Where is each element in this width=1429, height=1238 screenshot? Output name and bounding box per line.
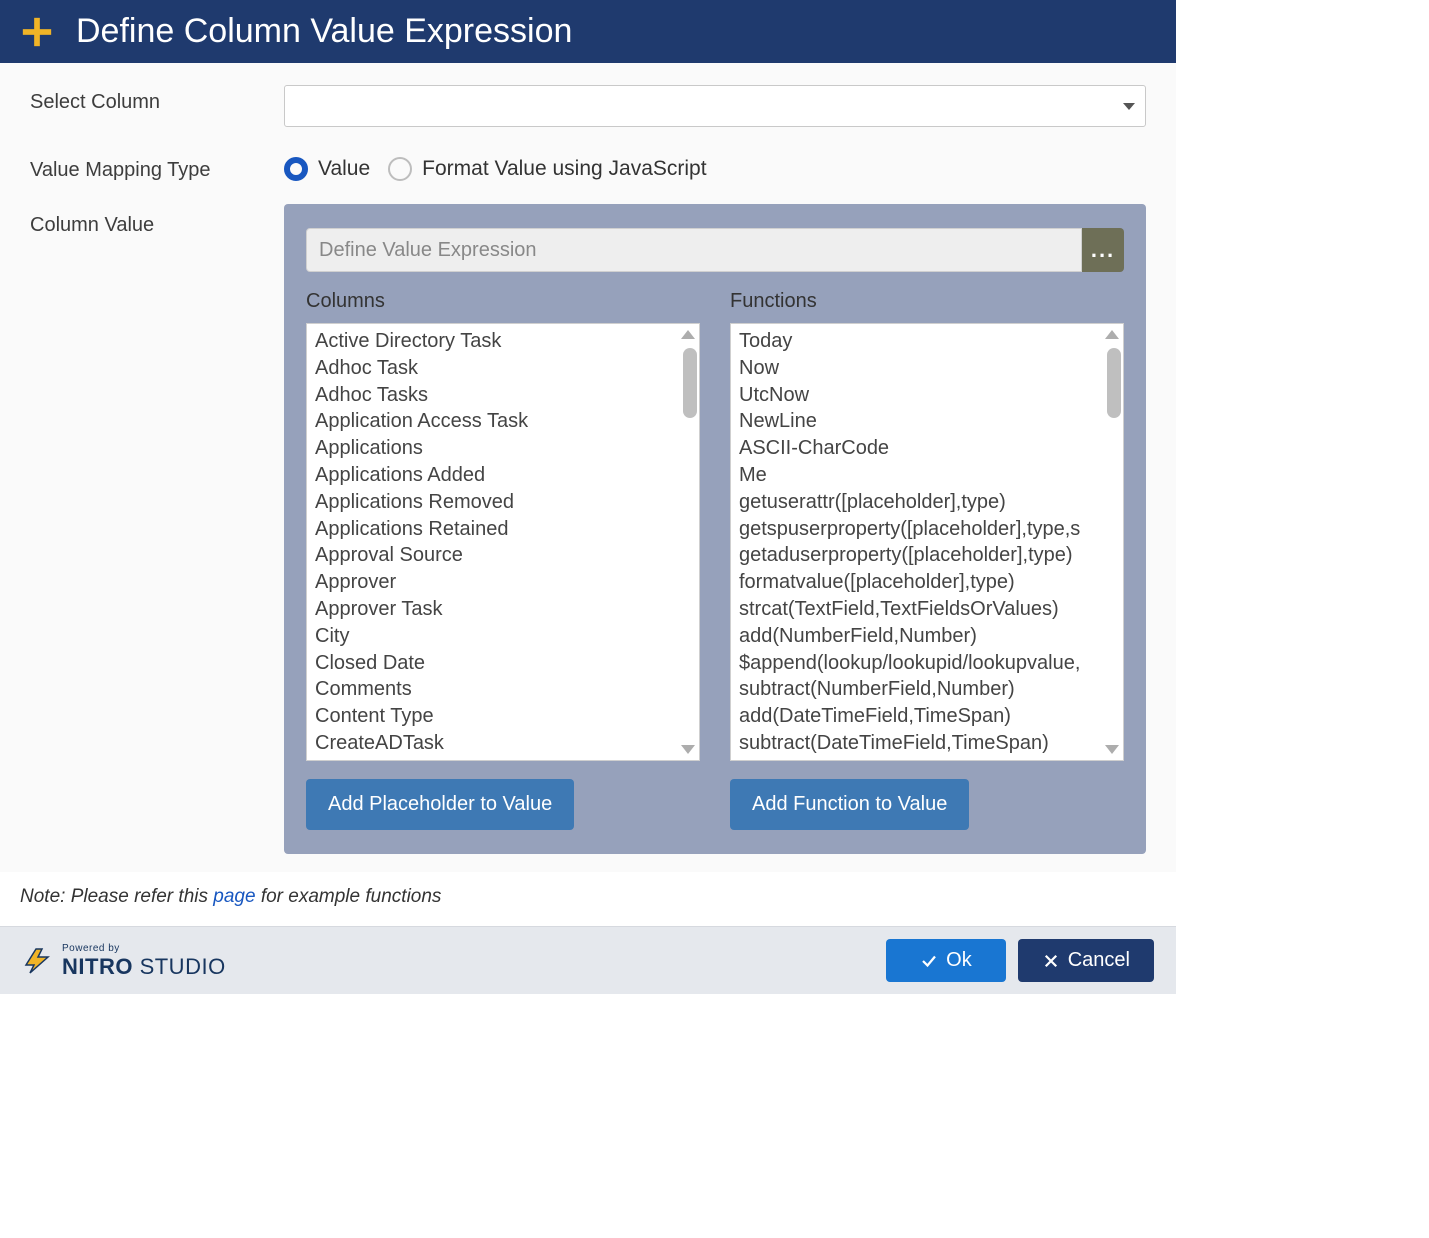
list-item[interactable]: $append(lookup/lookupid/lookupvalue, — [739, 650, 1115, 677]
scroll-up-icon[interactable] — [1105, 330, 1119, 339]
radio-value-label: Value — [318, 157, 370, 181]
list-item[interactable]: Adhoc Task — [315, 355, 691, 382]
list-item[interactable]: Me — [739, 462, 1115, 489]
list-item[interactable]: Approver — [315, 569, 691, 596]
brand-name: NITRO STUDIO — [62, 956, 226, 978]
powered-by-text: Powered by — [62, 944, 226, 954]
expression-more-button[interactable]: ... — [1082, 228, 1124, 272]
check-icon — [920, 952, 938, 970]
dialog-header: Define Column Value Expression — [0, 0, 1176, 63]
scroll-up-icon[interactable] — [681, 330, 695, 339]
close-icon — [1042, 952, 1060, 970]
list-item[interactable]: strcat(TextField,TextFieldsOrValues) — [739, 596, 1115, 623]
list-item[interactable]: NewLine — [739, 408, 1115, 435]
list-item[interactable]: Now — [739, 355, 1115, 382]
ok-button[interactable]: Ok — [886, 939, 1006, 982]
list-item[interactable]: Application Access Task — [315, 408, 691, 435]
list-item[interactable]: add(DateTimeField,TimeSpan) — [739, 703, 1115, 730]
list-item[interactable]: getspuserproperty([placeholder],type,s — [739, 516, 1115, 543]
cancel-button[interactable]: Cancel — [1018, 939, 1154, 982]
list-item[interactable]: addmonths(DateTimeField,Number) — [739, 757, 1115, 761]
list-item[interactable]: Comments — [315, 676, 691, 703]
column-value-label: Column Value — [30, 208, 284, 854]
radio-value[interactable] — [284, 157, 308, 181]
select-column-label: Select Column — [30, 85, 284, 114]
plus-icon — [20, 15, 54, 49]
chevron-down-icon — [1123, 103, 1135, 110]
radio-format-js-label: Format Value using JavaScript — [422, 157, 706, 181]
list-item[interactable]: Applications Retained — [315, 516, 691, 543]
select-column-dropdown[interactable] — [284, 85, 1146, 127]
add-function-button[interactable]: Add Function to Value — [730, 779, 969, 830]
value-mapping-type-label: Value Mapping Type — [30, 153, 284, 182]
list-item[interactable]: Approver Task — [315, 596, 691, 623]
list-item[interactable]: Applications — [315, 435, 691, 462]
note-text: Note: Please refer this page for example… — [0, 872, 1176, 926]
list-item[interactable]: ASCII-CharCode — [739, 435, 1115, 462]
list-item[interactable]: CreateADTask — [315, 730, 691, 757]
add-placeholder-button[interactable]: Add Placeholder to Value — [306, 779, 574, 830]
list-item[interactable]: Applications Added — [315, 462, 691, 489]
list-item[interactable]: Applications Removed — [315, 489, 691, 516]
columns-list-title: Columns — [306, 290, 700, 313]
list-item[interactable]: Created — [315, 757, 691, 761]
radio-format-js[interactable] — [388, 157, 412, 181]
list-item[interactable]: Approval Source — [315, 542, 691, 569]
scrollbar-thumb[interactable] — [683, 348, 697, 418]
dialog-footer: Powered by NITRO STUDIO Ok Cancel — [0, 926, 1176, 994]
list-item[interactable]: Today — [739, 328, 1115, 355]
scroll-down-icon[interactable] — [1105, 745, 1119, 754]
define-value-expression-placeholder: Define Value Expression — [319, 239, 537, 262]
list-item[interactable]: City — [315, 623, 691, 650]
scrollbar-thumb[interactable] — [1107, 348, 1121, 418]
dialog-title: Define Column Value Expression — [76, 12, 572, 51]
column-value-panel: Define Value Expression ... Columns — [284, 204, 1146, 854]
nitro-logo-icon — [22, 947, 54, 975]
define-value-expression-input[interactable]: Define Value Expression — [306, 228, 1082, 272]
list-item[interactable]: getaduserproperty([placeholder],type) — [739, 542, 1115, 569]
note-link[interactable]: page — [213, 886, 255, 907]
list-item[interactable]: Content Type — [315, 703, 691, 730]
list-item[interactable]: subtract(DateTimeField,TimeSpan) — [739, 730, 1115, 757]
list-item[interactable]: Adhoc Tasks — [315, 382, 691, 409]
list-item[interactable]: Closed Date — [315, 650, 691, 677]
list-item[interactable]: formatvalue([placeholder],type) — [739, 569, 1115, 596]
functions-listbox[interactable]: TodayNowUtcNowNewLineASCII-CharCodeMeget… — [730, 323, 1124, 761]
functions-list-title: Functions — [730, 290, 1124, 313]
scroll-down-icon[interactable] — [681, 745, 695, 754]
brand-logo: Powered by NITRO STUDIO — [22, 944, 226, 978]
list-item[interactable]: UtcNow — [739, 382, 1115, 409]
columns-listbox[interactable]: Active Directory TaskAdhoc TaskAdhoc Tas… — [306, 323, 700, 761]
list-item[interactable]: add(NumberField,Number) — [739, 623, 1115, 650]
list-item[interactable]: subtract(NumberField,Number) — [739, 676, 1115, 703]
list-item[interactable]: getuserattr([placeholder],type) — [739, 489, 1115, 516]
list-item[interactable]: Active Directory Task — [315, 328, 691, 355]
